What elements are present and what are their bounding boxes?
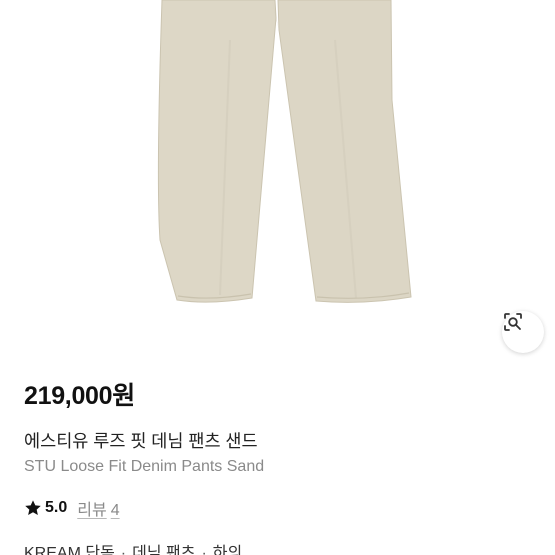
review-count: 4 [110, 502, 120, 519]
category-separator: · [201, 545, 207, 555]
pants-illustration [157, 0, 412, 303]
category-exclusive[interactable]: KREAM 단독 [24, 545, 115, 555]
category-bottoms[interactable]: 하의 [213, 545, 242, 555]
review-label: 리뷰 [77, 502, 107, 519]
product-price: 219,000원 [24, 382, 135, 410]
star-icon [25, 500, 41, 516]
product-name-english: STU Loose Fit Denim Pants Sand [24, 458, 265, 475]
category-separator: · [120, 545, 127, 555]
product-name-korean: 에스티유 루즈 핏 데님 팬츠 샌드 [24, 431, 258, 451]
category-denim-pants[interactable]: 데님 팬츠 [132, 545, 195, 555]
category-breadcrumb: KREAM 단독 · 데님 팬츠 · 하의 [24, 539, 242, 555]
lens-search-icon [504, 313, 522, 331]
rating-value: 5.0 [45, 499, 68, 516]
lens-search-button[interactable] [502, 311, 544, 353]
product-image[interactable] [0, 0, 555, 362]
product-detail-screen: 219,000원 에스티유 루즈 핏 데님 팬츠 샌드 STU Loose Fi… [0, 0, 555, 555]
review-link[interactable]: 리뷰 4 [77, 496, 119, 520]
rating-row: 5.0 리뷰 4 [24, 497, 120, 519]
